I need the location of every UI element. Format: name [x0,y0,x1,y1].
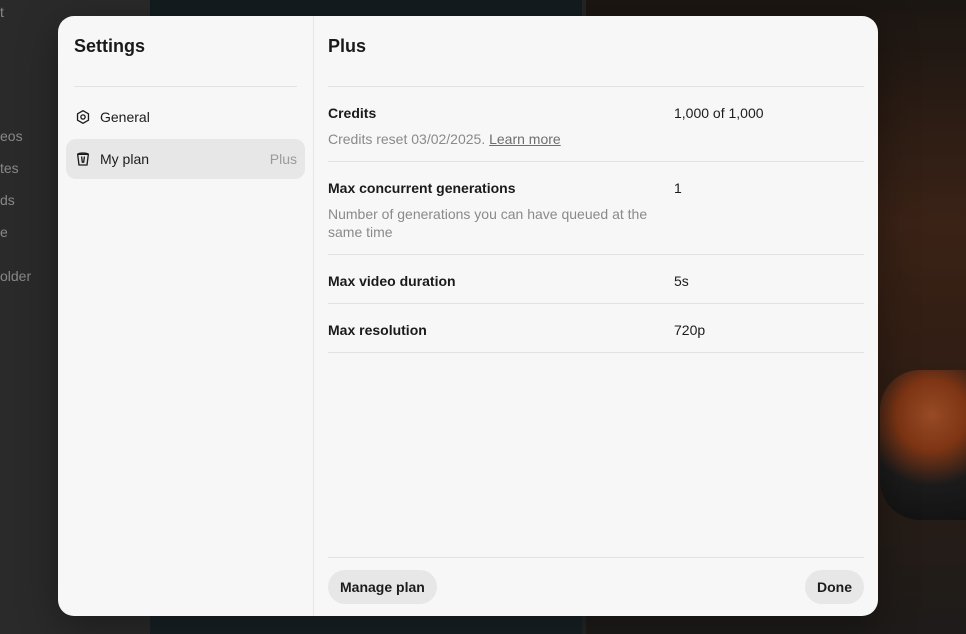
settings-sidebar: Settings General My plan Plus [58,16,314,616]
credits-label: Credits [328,105,377,121]
settings-modal: Settings General My plan Plus Plus Credi… [58,16,878,616]
duration-value: 5s [674,273,689,289]
learn-more-link[interactable]: Learn more [489,131,561,147]
concurrent-desc: Number of generations you can have queue… [328,206,648,240]
sidebar-item-label: My plan [100,151,150,167]
resolution-row: Max resolution 720p [328,304,864,353]
concurrent-label: Max concurrent generations [328,180,516,196]
manage-plan-button[interactable]: Manage plan [328,570,437,604]
duration-row: Max video duration 5s [328,255,864,304]
plan-panel: Plus Credits Credits reset 03/02/2025. L… [314,16,878,616]
gear-icon [74,108,92,126]
done-button[interactable]: Done [805,570,864,604]
concurrent-value: 1 [674,180,682,196]
sidebar-divider [74,86,297,87]
plan-title: Plus [328,36,367,56]
resolution-value: 720p [674,322,706,338]
duration-label: Max video duration [328,273,456,289]
credits-value: 1,000 of 1,000 [674,105,764,121]
sidebar-item-label: General [100,109,150,125]
plan-badge: Plus [269,151,297,167]
credits-reset-text: Credits reset 03/02/2025. [328,131,486,147]
concurrent-row: Max concurrent generations Number of gen… [328,162,864,255]
sidebar-item-general[interactable]: General [66,97,305,137]
settings-title: Settings [74,36,146,56]
credits-row: Credits Credits reset 03/02/2025. Learn … [328,87,864,162]
sidebar-item-my-plan[interactable]: My plan Plus [66,139,305,179]
plan-icon [74,150,92,168]
modal-footer: Manage plan Done [328,557,864,616]
resolution-label: Max resolution [328,322,427,338]
